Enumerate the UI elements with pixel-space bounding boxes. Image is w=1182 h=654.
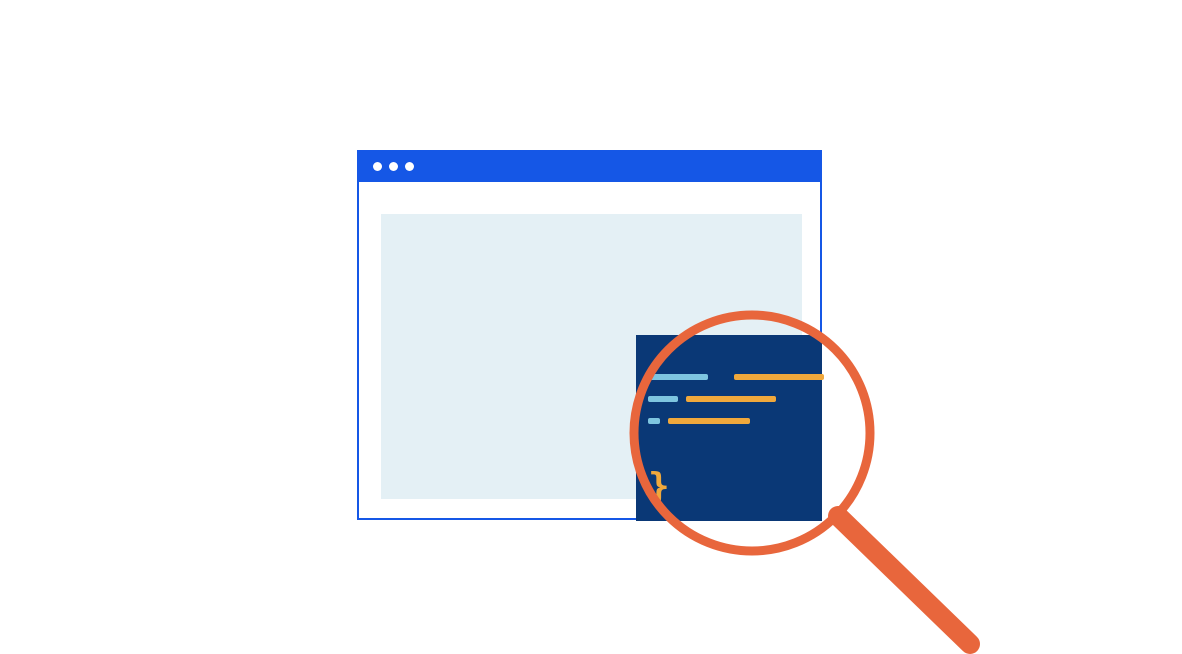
illustration-canvas: } [0, 0, 1182, 654]
magnifier-handle [838, 516, 970, 644]
overlay-svg: } [0, 0, 1182, 654]
magnifier-ring [634, 315, 870, 551]
